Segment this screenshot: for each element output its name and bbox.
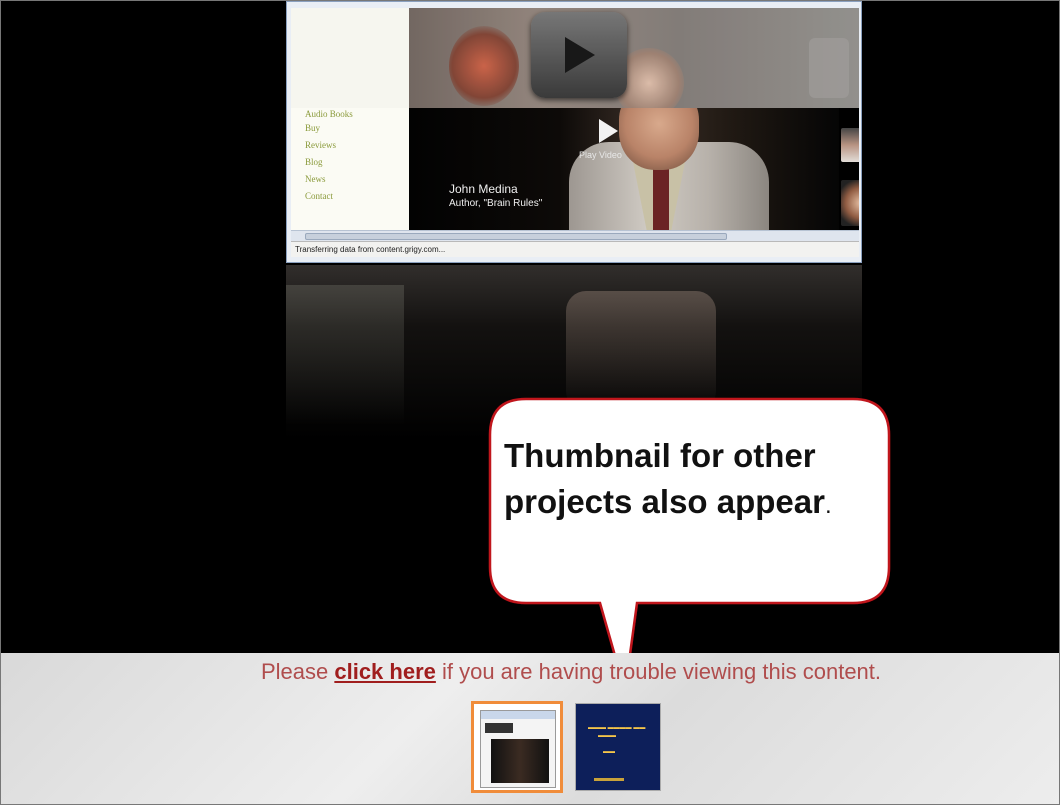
presentation-frame: Audio Books Buy Reviews Blog News Contac…: [0, 0, 1060, 805]
click-here-link[interactable]: click here: [334, 659, 436, 684]
project-thumbnail[interactable]: ▬▬▬ ▬▬▬▬ ▬▬ ▬▬▬ ▬▬: [575, 703, 661, 791]
trouble-notice: Please click here if you are having trou…: [260, 659, 882, 684]
project-thumbnail-selected[interactable]: [471, 701, 563, 793]
player-footer: Please click here if you are having trou…: [1, 653, 1059, 804]
callout-text: Thumbnail for other projects also appear…: [504, 437, 832, 520]
